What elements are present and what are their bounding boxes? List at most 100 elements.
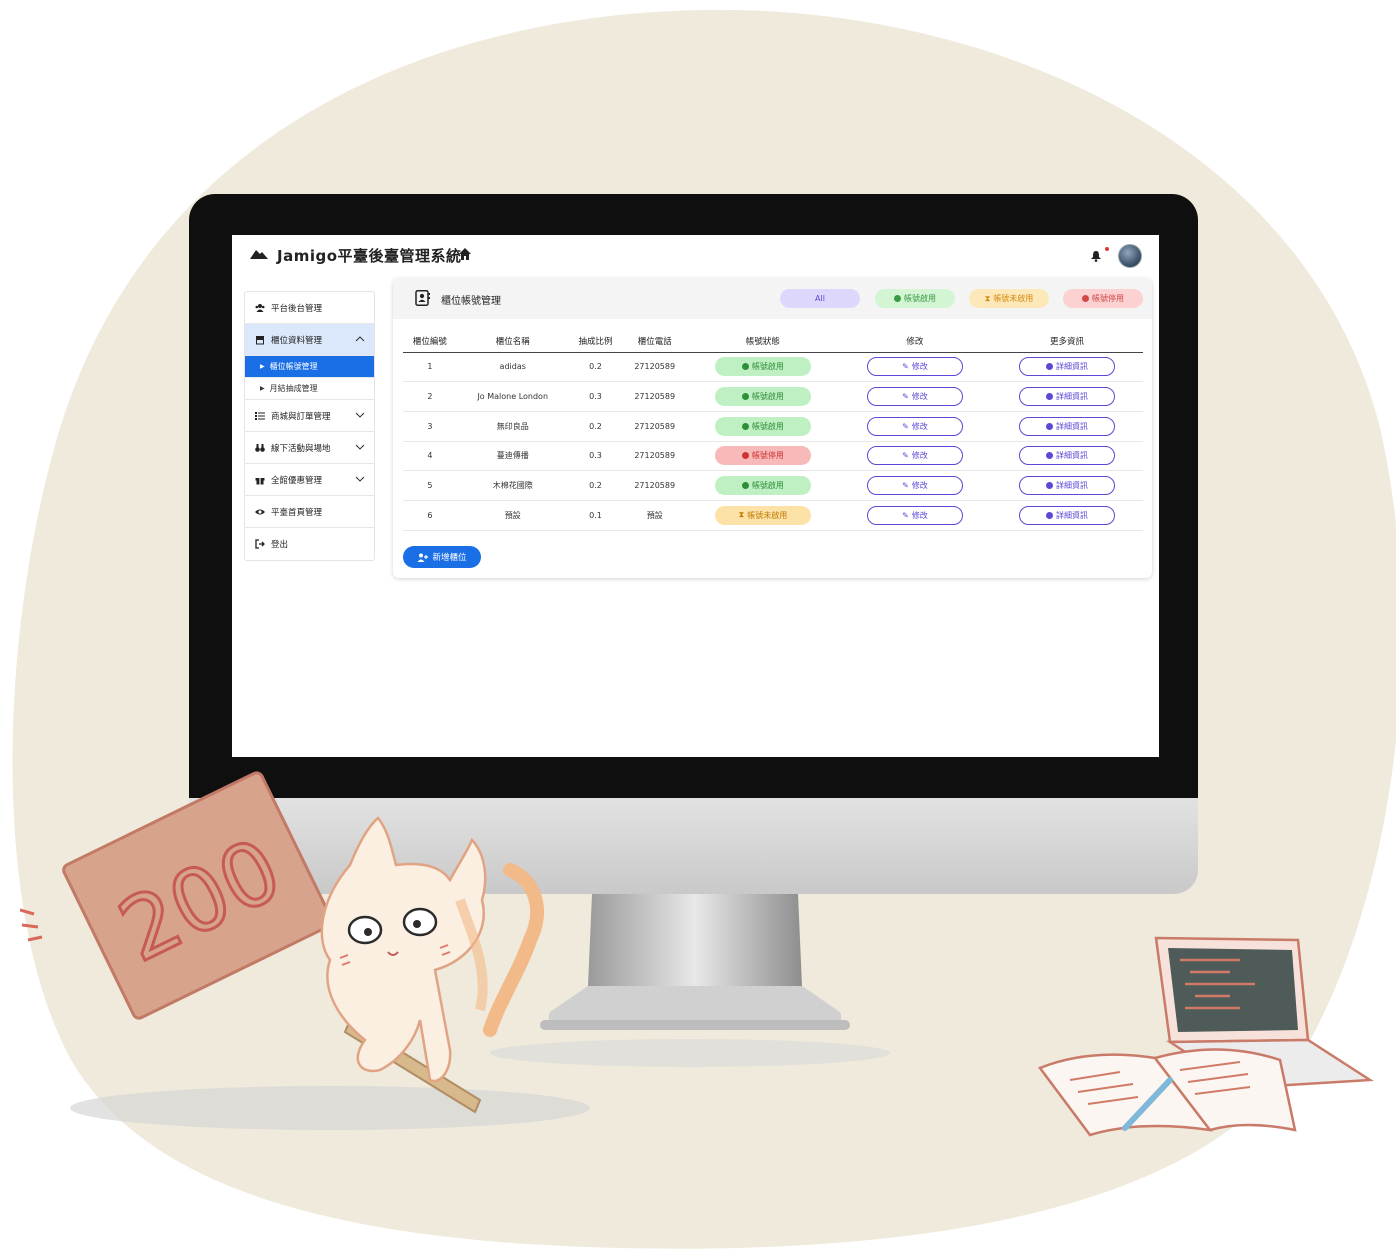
cell-detail: 詳細資訊	[990, 470, 1143, 501]
table-row: 6 預設 0.1 預設 ⧗ 帳號未啟用 ✎ 修改 詳細資訊	[403, 500, 1143, 531]
filter-disabled-button[interactable]: 帳號停用	[1063, 289, 1143, 308]
cell-status: ⧗ 帳號未啟用	[686, 500, 839, 531]
check-circle-icon	[741, 422, 749, 430]
detail-button[interactable]: 詳細資訊	[1018, 416, 1115, 436]
cell-id: 4	[403, 441, 457, 472]
cell-ratio: 0.2	[568, 352, 623, 383]
cell-edit: ✎ 修改	[838, 441, 991, 472]
cell-detail: 詳細資訊	[990, 500, 1143, 531]
status-badge: 帳號啟用	[714, 416, 811, 436]
filter-all-button[interactable]: All	[780, 289, 860, 308]
edit-button[interactable]: ✎ 修改	[866, 416, 963, 436]
mockup-stage: Jamigo平臺後臺管理系統 平台後台管理 櫃位資料管理 ▶ 櫃位帳號管理 ▶ …	[0, 0, 1396, 1250]
check-circle-icon	[741, 393, 749, 401]
cell-phone: 27120589	[622, 441, 687, 472]
edit-button[interactable]: ✎ 修改	[866, 357, 963, 377]
info-icon	[1045, 363, 1053, 371]
app-screen: Jamigo平臺後臺管理系統 平台後台管理 櫃位資料管理 ▶ 櫃位帳號管理 ▶ …	[232, 235, 1159, 757]
cell-id: 1	[403, 352, 457, 383]
counter-table: 櫃位編號 櫃位名稱 抽成比例 櫃位電話 帳號狀態 修改 更多資訊 1 adidas…	[403, 330, 1143, 531]
hat-logo-icon	[250, 250, 268, 259]
cell-name: 木棉花國際	[456, 470, 569, 501]
sidebar-item-shop[interactable]: 商城與訂單管理	[245, 400, 374, 432]
chevron-down-icon[interactable]	[355, 443, 365, 451]
cell-status: 帳號啟用	[686, 470, 839, 501]
binoculars-icon	[255, 443, 265, 452]
sidebar-item-platform[interactable]: 平台後台管理	[245, 292, 374, 324]
cell-ratio: 0.3	[568, 381, 623, 412]
status-badge: 帳號停用	[714, 446, 811, 466]
detail-button[interactable]: 詳細資訊	[1018, 357, 1115, 377]
store-icon	[256, 335, 264, 344]
sidebar-item-label: 線下活動與場地	[271, 443, 331, 454]
alert-circle-icon	[1082, 295, 1089, 302]
detail-button[interactable]: 詳細資訊	[1018, 476, 1115, 496]
cell-detail: 詳細資訊	[990, 411, 1143, 442]
cell-detail: 詳細資訊	[990, 381, 1143, 412]
avatar[interactable]	[1118, 244, 1142, 268]
detail-button[interactable]: 詳細資訊	[1018, 387, 1115, 407]
chevron-down-icon[interactable]	[355, 475, 365, 483]
cell-name: 蔓迪傳播	[456, 441, 569, 472]
column-header: 櫃位編號	[403, 330, 457, 353]
caret-right-icon: ▶	[260, 385, 265, 392]
status-badge: ⧗ 帳號未啟用	[714, 505, 811, 525]
sidebar-item-homepage[interactable]: 平臺首頁管理	[245, 496, 374, 528]
sidebar-item-label: 櫃位資料管理	[271, 335, 323, 346]
sidebar-subitem-commission[interactable]: ▶ 月結抽成管理	[245, 378, 374, 400]
cell-phone: 27120589	[622, 411, 687, 442]
bell-icon[interactable]	[1091, 251, 1101, 262]
list-icon	[255, 411, 265, 420]
sidebar-item-label: 平臺首頁管理	[271, 507, 323, 518]
cell-status: 帳號停用	[686, 441, 839, 472]
cell-status: 帳號啟用	[686, 411, 839, 442]
chevron-up-icon[interactable]	[355, 335, 365, 343]
sidebar-item-promo[interactable]: 全館優惠管理	[245, 464, 374, 496]
table-row: 1 adidas 0.2 27120589 帳號啟用 ✎ 修改 詳細資訊	[403, 352, 1143, 383]
edit-button[interactable]: ✎ 修改	[866, 446, 963, 466]
cell-id: 6	[403, 500, 457, 531]
home-icon[interactable]	[458, 247, 472, 261]
sidebar-item-logout[interactable]: 登出	[245, 528, 374, 560]
table-row: 5 木棉花國際 0.2 27120589 帳號啟用 ✎ 修改 詳細資訊	[403, 470, 1143, 501]
detail-button[interactable]: 詳細資訊	[1018, 446, 1115, 466]
hourglass-icon: ⧗	[738, 510, 745, 520]
filter-pending-button[interactable]: ⧗ 帳號未啟用	[969, 289, 1049, 308]
cell-name: 預設	[456, 500, 569, 531]
cell-phone: 27120589	[622, 381, 687, 412]
cell-detail: 詳細資訊	[990, 352, 1143, 383]
cell-name: adidas	[456, 352, 569, 383]
status-badge: 帳號啟用	[714, 476, 811, 496]
cell-edit: ✎ 修改	[838, 470, 991, 501]
eye-icon	[255, 509, 265, 514]
cell-id: 2	[403, 381, 457, 412]
edit-icon: ✎	[902, 510, 909, 520]
column-header: 更多資訊	[990, 330, 1143, 353]
filter-enabled-button[interactable]: 帳號啟用	[875, 289, 955, 308]
sidebar-item-label: 全館優惠管理	[271, 475, 323, 486]
table-row: 4 蔓迪傳播 0.3 27120589 帳號停用 ✎ 修改 詳細資訊	[403, 441, 1143, 472]
edit-icon: ✎	[902, 362, 909, 372]
edit-icon: ✎	[902, 451, 909, 461]
cell-edit: ✎ 修改	[838, 411, 991, 442]
sidebar-item-counter[interactable]: 櫃位資料管理	[245, 324, 374, 356]
app-header: Jamigo平臺後臺管理系統	[232, 235, 1159, 275]
edit-button[interactable]: ✎ 修改	[866, 387, 963, 407]
edit-button[interactable]: ✎ 修改	[866, 476, 963, 496]
cell-name: 無印良品	[456, 411, 569, 442]
cell-phone: 27120589	[622, 352, 687, 383]
contact-book-icon	[415, 290, 430, 306]
status-badge: 帳號啟用	[714, 357, 811, 377]
column-header: 修改	[838, 330, 991, 353]
alert-circle-icon	[741, 452, 749, 460]
chevron-down-icon[interactable]	[355, 411, 365, 419]
sidebar-item-events[interactable]: 線下活動與場地	[245, 432, 374, 464]
edit-button[interactable]: ✎ 修改	[866, 505, 963, 525]
sidebar-subitem-account[interactable]: ▶ 櫃位帳號管理	[245, 356, 374, 378]
add-counter-button[interactable]: 新增櫃位	[403, 546, 481, 568]
logout-icon	[255, 539, 265, 549]
check-circle-icon	[894, 295, 901, 302]
card-header: 櫃位帳號管理 All 帳號啟用 ⧗ 帳號未啟用 帳號停用	[393, 278, 1152, 319]
table-row: 3 無印良品 0.2 27120589 帳號啟用 ✎ 修改 詳細資訊	[403, 411, 1143, 442]
detail-button[interactable]: 詳細資訊	[1018, 505, 1115, 525]
